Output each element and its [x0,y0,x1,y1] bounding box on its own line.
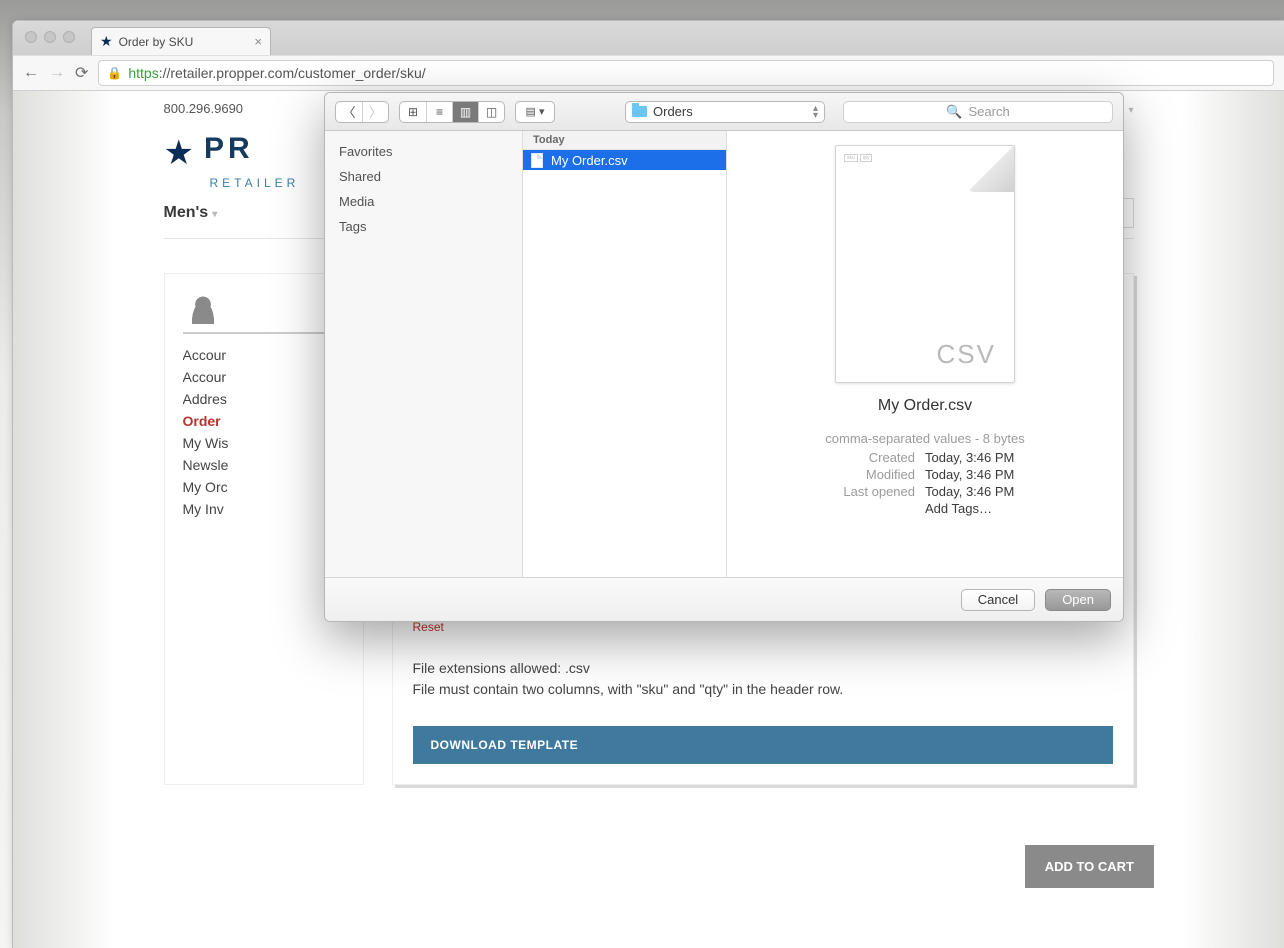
chevron-down-icon: ▾ [539,105,545,118]
preview-kind: comma-separated values - 8 bytes [747,431,1103,446]
sidebar-item[interactable]: My Inv [183,498,345,520]
favicon-star-icon: ★ [100,33,113,50]
dialog-footer: Cancel Open [325,577,1123,621]
tab-bar: ★ Order by SKU × [13,21,1284,55]
file-preview-thumb: skuqty CSV [835,145,1015,383]
path-dropdown[interactable]: Orders ▴▾ [625,101,825,123]
dialog-search[interactable]: 🔍 Search [843,101,1113,123]
file-open-dialog: 〈 〉 ⊞ ≡ ▥ ◫ ▤ ▾ Orders ▴▾ 🔍 Search Favor… [324,92,1124,622]
forward-button: 〉 [362,102,388,122]
cancel-button[interactable]: Cancel [961,589,1035,611]
sidebar-item[interactable]: My Orc [183,476,345,498]
search-placeholder: Search [968,104,1009,119]
hint-ext: File extensions allowed: .csv [413,658,1113,679]
preview-filename: My Order.csv [878,397,972,415]
file-row-selected[interactable]: My Order.csv [523,150,726,170]
sidebar-item[interactable]: Accour [183,366,345,388]
close-icon[interactable]: × [254,34,262,49]
open-button[interactable]: Open [1045,589,1111,611]
meta-key: Modified [795,467,915,482]
folder-icon [632,106,647,117]
meta-val: Today, 3:46 PM [925,450,1055,465]
nav-history: 〈 〉 [335,101,389,123]
tab-title: Order by SKU [119,35,194,49]
traffic-min[interactable] [44,31,56,43]
meta-key: Last opened [795,484,915,499]
meta-val: Today, 3:46 PM [925,484,1055,499]
chevron-down-icon: ▾ [212,209,217,220]
traffic-max[interactable] [63,31,75,43]
csv-col: qty [860,154,873,162]
reset-link[interactable]: Reset [413,620,1113,634]
page-fold-icon [968,146,1014,192]
window-controls[interactable] [25,31,75,43]
download-template-button[interactable]: DOWNLOAD TEMPLATE [413,726,1113,764]
sidebar-item[interactable]: Accour [183,344,345,366]
meta-val: Today, 3:46 PM [925,467,1055,482]
sidebar-cat[interactable]: Favorites [325,139,522,164]
folder-name: Orders [653,104,693,119]
file-column: Today My Order.csv [523,131,727,577]
back-button[interactable]: 〈 [336,102,362,122]
sidebar-item[interactable]: Newsle [183,454,345,476]
reload-button[interactable]: ⟳ [75,63,88,83]
sidebar-cat[interactable]: Tags [325,214,522,239]
meta-key: Created [795,450,915,465]
forward-button: → [49,64,65,82]
column-header: Today [523,131,726,150]
search-icon: 🔍 [946,104,962,120]
file-name: My Order.csv [551,153,628,168]
tab-active[interactable]: ★ Order by SKU × [91,27,271,55]
sidebar-item[interactable]: My Wis [183,432,345,454]
phone-number: 800.296.9690 [164,101,244,116]
url-input[interactable]: 🔒 https://retailer.propper.com/customer_… [98,60,1274,86]
back-button[interactable]: ← [23,64,39,82]
document-icon [531,153,543,168]
view-segment[interactable]: ⊞ ≡ ▥ ◫ [399,101,505,123]
csv-label: CSV [937,339,996,370]
lock-icon: 🔒 [107,66,122,80]
nav-mens[interactable]: Men's▾ [164,204,218,222]
column-view-icon[interactable]: ▥ [452,102,478,122]
gallery-view-icon[interactable]: ◫ [478,102,504,122]
add-tags-link[interactable]: Add Tags… [925,501,1055,516]
add-to-cart-button[interactable]: ADD TO CART [1025,845,1154,888]
avatar-icon [189,296,217,324]
dialog-toolbar: 〈 〉 ⊞ ≡ ▥ ◫ ▤ ▾ Orders ▴▾ 🔍 Search [325,93,1123,131]
icon-view-icon[interactable]: ⊞ [400,102,426,122]
sidebar-item-order[interactable]: Order [183,410,345,432]
address-bar: ← → ⟳ 🔒 https://retailer.propper.com/cus… [13,55,1284,91]
arrange-menu[interactable]: ▤ ▾ [515,101,555,123]
sidebar-cat[interactable]: Shared [325,164,522,189]
hint-cols: File must contain two columns, with "sku… [413,679,1113,700]
logo-star-icon: ★ [164,140,194,166]
stepper-icon: ▴▾ [813,105,818,119]
csv-col: sku [844,154,858,162]
sidebar-item[interactable]: Addres [183,388,345,410]
preview-pane: skuqty CSV My Order.csv comma-separated … [727,131,1123,577]
sidebar-cat[interactable]: Media [325,189,522,214]
traffic-close[interactable] [25,31,37,43]
dialog-sidebar: Favorites Shared Media Tags [325,131,523,577]
list-view-icon[interactable]: ≡ [426,102,452,122]
url-text: https://retailer.propper.com/customer_or… [128,65,425,81]
brand-name: PR [204,132,254,166]
chevron-down-icon: ▾ [1128,105,1133,116]
